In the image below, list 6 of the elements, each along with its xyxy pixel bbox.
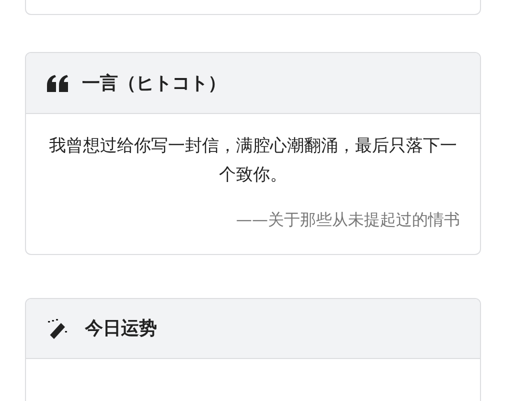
magic-wand-icon (47, 318, 69, 338)
quote-source: ——关于那些从未提起过的情书 (235, 209, 460, 231)
quote-text: 我曾想过给你写一封信，满腔心潮翻涌，最后只落下一个致你。 (48, 135, 458, 187)
card-title: 今日运势 (85, 317, 157, 341)
quote-icon (47, 74, 68, 92)
card-title: 一言（ヒトコト） (82, 72, 226, 96)
